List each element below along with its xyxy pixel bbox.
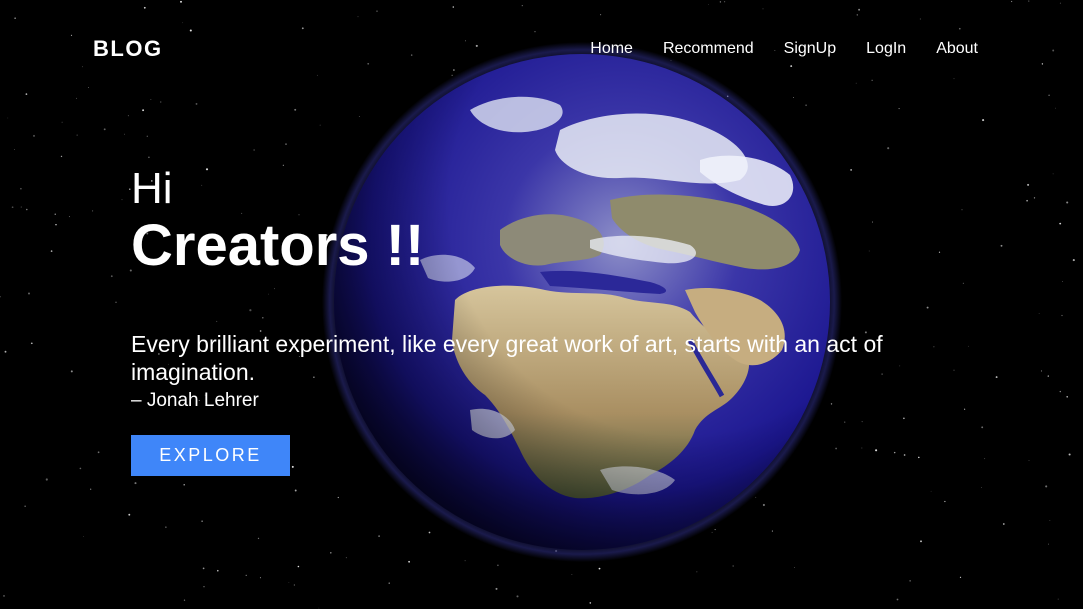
nav-item-login[interactable]: LogIn — [866, 40, 906, 58]
hero-quote-author: – Jonah Lehrer — [131, 390, 259, 411]
page: BLOG Home Recommend SignUp LogIn About H… — [0, 0, 1083, 609]
logo[interactable]: BLOG — [93, 36, 163, 62]
explore-button[interactable]: EXPLORE — [131, 435, 290, 476]
hero-quote: Every brilliant experiment, like every g… — [131, 331, 883, 385]
hero-section: Hi Creators !! Every brilliant experimen… — [131, 164, 951, 476]
nav-item-signup[interactable]: SignUp — [784, 40, 836, 58]
main-nav: Home Recommend SignUp LogIn About — [590, 40, 978, 58]
nav-item-about[interactable]: About — [936, 40, 978, 58]
hero-greeting: Hi — [131, 164, 173, 213]
nav-item-home[interactable]: Home — [590, 40, 633, 58]
hero-title: Creators !! — [131, 213, 425, 278]
nav-item-recommend[interactable]: Recommend — [663, 40, 754, 58]
